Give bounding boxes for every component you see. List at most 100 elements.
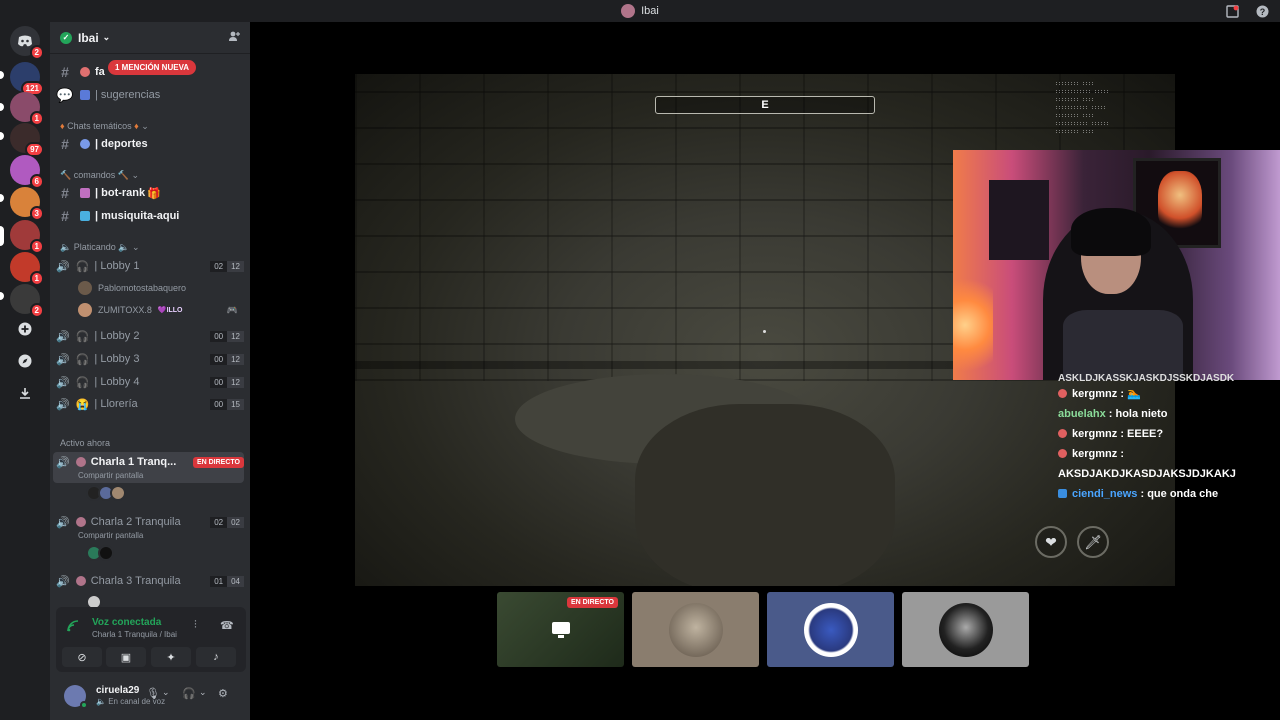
download-icon[interactable] <box>10 378 40 408</box>
user-panel: ciruela29 🔈 En canal de voz 🎙 ⌄ 🎧 ⌄ ⚙ <box>56 675 246 717</box>
voice-user-name: ZUMITOXX.8 <box>98 305 152 315</box>
chat-message: AKSDJAKDJKASDJAKSJDJKAKJ <box>1058 464 1280 484</box>
channel-bot-rank[interactable]: # | bot-rank 🎁 <box>56 183 244 203</box>
participant-tile[interactable] <box>767 592 894 667</box>
chevron-down-icon: ⌄ <box>102 32 111 42</box>
voice-avatars[interactable] <box>86 545 114 561</box>
channel-label: | Lobby 4 <box>94 376 140 388</box>
voice-channel-charla-3[interactable]: 🔊 Charla 3 Tranquila 01 04 <box>56 571 244 591</box>
voice-channel-lobby-3[interactable]: 🔊 🎧 | Lobby 3 00 12 <box>56 349 244 369</box>
voice-channel-lobby-2[interactable]: 🔊 🎧 | Lobby 2 00 12 <box>56 326 244 346</box>
server-icon-4[interactable]: 6 <box>10 155 44 189</box>
voice-user[interactable]: ZUMITOXX.8 💜ILLO 🎮 <box>78 301 238 319</box>
chat-message: kergmnz : 🏊 <box>1058 384 1280 404</box>
soundboard-icon: ♪ <box>213 651 219 663</box>
server-header[interactable]: ✓ Ibai ⌄ <box>50 22 250 54</box>
channel-deportes[interactable]: # | deportes <box>56 134 244 154</box>
category-platicando[interactable]: 🔈 Platicando 🔈 ⌄ <box>60 242 140 253</box>
rock <box>635 404 895 586</box>
channel-label: | bot-rank <box>95 187 146 199</box>
voice-channel-lloreria[interactable]: 🔊 😭 | Llorería 00 15 <box>56 394 244 414</box>
chat-badge-icon <box>1058 389 1067 398</box>
unread-pill <box>0 71 4 79</box>
compass-bar: E <box>655 96 875 114</box>
activities-button[interactable]: ✦ <box>151 647 191 667</box>
channel-label: Charla 1 Tranq... <box>90 456 177 468</box>
discord-home-icon[interactable]: 2 <box>10 26 44 60</box>
activities-icon: ✦ <box>166 651 176 664</box>
chat-message: ciendi_news : que onda che <box>1058 484 1280 504</box>
add-server-icon[interactable] <box>10 314 40 344</box>
voice-avatars[interactable] <box>86 485 126 501</box>
avatar <box>78 303 92 317</box>
category-label: Activo ahora <box>60 438 111 448</box>
headphones-icon: 🎧 <box>75 353 90 366</box>
voice-channel-charla-1[interactable]: 🔊 Charla 1 Tranq... EN DIRECTO <box>56 452 244 472</box>
live-badge: EN DIRECTO <box>192 456 244 468</box>
chat-badge-icon <box>1058 429 1067 438</box>
chevron-down-icon[interactable]: ⌄ <box>162 687 170 698</box>
unread-pill <box>0 132 4 140</box>
channel-label: | Lobby 1 <box>94 260 140 272</box>
user-name: ciruela29 <box>96 685 140 696</box>
server-badge: 3 <box>29 206 44 221</box>
voice-speaker-icon: 🔊 <box>56 260 70 273</box>
participant-tile[interactable] <box>902 592 1029 667</box>
noise-suppression-icon[interactable]: ⫶ <box>194 619 197 632</box>
streamer-shirt <box>1063 310 1183 380</box>
server-icon-8[interactable]: 2 <box>10 284 44 318</box>
chevron-down-icon[interactable]: ⌄ <box>199 687 207 698</box>
signal-icon[interactable] <box>66 619 80 638</box>
disconnect-icon[interactable]: ☎ <box>220 619 234 632</box>
server-icon-ibai[interactable]: 1 <box>10 220 44 254</box>
skull-icon <box>1158 171 1202 231</box>
channel-label: | deportes <box>95 138 148 150</box>
voice-count: 00 12 <box>210 330 244 342</box>
perf-overlay: :::::::: :::: :::::::::::: ::::: :::::::… <box>1055 81 1110 135</box>
channel-label: | musiquita-aqui <box>95 210 180 222</box>
channel-sugerencias[interactable]: 💬 | sugerencias <box>56 85 244 105</box>
camera-off-button[interactable]: ⊘ <box>62 647 102 667</box>
compass-heading: E <box>761 99 769 111</box>
gift-icon: 🎁 <box>147 187 161 200</box>
avatar <box>110 485 126 501</box>
chat-text: : EEEE? <box>1120 428 1164 440</box>
channel-musiquita-aqui[interactable]: # | musiquita-aqui <box>56 206 244 226</box>
sword-hud-icon: 🗡 <box>1077 526 1109 558</box>
voice-speaker-icon: 🔊 <box>56 575 70 588</box>
voice-channel-lobby-4[interactable]: 🔊 🎧 | Lobby 4 00 12 <box>56 372 244 392</box>
inbox-icon[interactable] <box>1224 3 1240 19</box>
voice-user[interactable]: Pablomotostabaquero <box>78 279 186 297</box>
hash-icon: # <box>61 208 69 224</box>
server-icon-1[interactable]: 121 <box>10 62 44 96</box>
headphones-icon[interactable]: 🎧 <box>182 687 196 700</box>
mic-icon[interactable]: 🎙 <box>146 687 160 700</box>
stream-tile[interactable]: EN DIRECTO <box>497 592 624 667</box>
settings-gear-icon[interactable]: ⚙ <box>218 687 228 700</box>
category-comandos[interactable]: 🔨 comandos 🔨 ⌄ <box>60 170 139 181</box>
server-icon-5[interactable]: 3 <box>10 187 44 221</box>
soundboard-button[interactable]: ♪ <box>196 647 236 667</box>
voice-speaker-icon: 🔊 <box>56 353 70 366</box>
voice-channel-lobby-1[interactable]: 🔊 🎧 | Lobby 1 02 12 <box>56 256 244 276</box>
category-chats-tematicos[interactable]: ♦ Chats temáticos ♦ ⌄ <box>60 121 149 132</box>
headphones-icon: 🎧 <box>75 260 90 273</box>
share-screen-button[interactable]: ▣ <box>106 647 146 667</box>
explore-icon[interactable] <box>10 346 40 376</box>
unread-pill <box>0 103 4 111</box>
participant-avatar <box>803 602 858 657</box>
screen-share-icon: ▣ <box>120 651 132 664</box>
participant-tile[interactable] <box>632 592 759 667</box>
voice-channel-path[interactable]: Charla 1 Tranquila / Ibai <box>92 630 177 639</box>
server-icon-2[interactable]: 1 <box>10 92 44 126</box>
server-icon-7[interactable]: 1 <box>10 252 44 286</box>
server-icon-3[interactable]: 97 <box>10 123 44 157</box>
voice-channel-charla-2[interactable]: 🔊 Charla 2 Tranquila 02 02 <box>56 512 244 532</box>
help-icon[interactable]: ? <box>1254 3 1270 19</box>
new-mention-banner[interactable]: 1 MENCIÓN NUEVA <box>108 60 197 75</box>
add-member-icon[interactable] <box>228 30 240 45</box>
voice-speaker-icon: 🔊 <box>56 456 70 469</box>
channel-activity: Compartir pantalla <box>78 531 144 540</box>
chat-text: : que onda che <box>1140 488 1219 500</box>
chat-user: kergmnz <box>1072 428 1118 440</box>
